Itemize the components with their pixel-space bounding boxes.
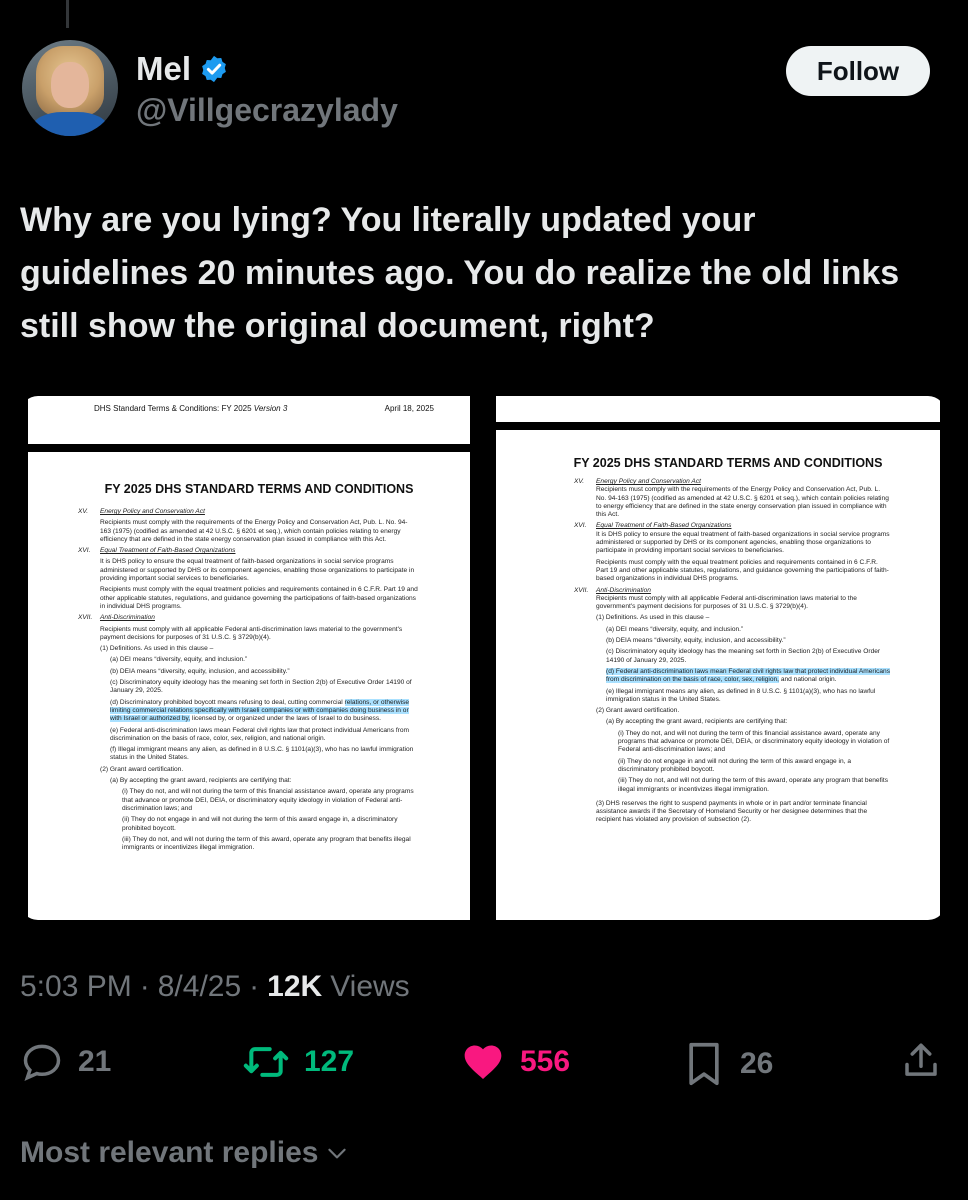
right-doc-header [496, 396, 940, 422]
left-doc-header-version: Version 3 [253, 404, 288, 413]
section-number: XVI. [574, 522, 587, 530]
definition-item-highlighted: (d) Discriminatory prohibited boycott me… [110, 698, 418, 724]
avatar-body [32, 112, 108, 136]
left-doc-header: DHS Standard Terms & Conditions: FY 2025… [28, 396, 470, 444]
definition-item: (b) DEIA means “diversity, equity, inclu… [606, 637, 786, 645]
author-handle[interactable]: @Villgecrazylady [136, 92, 398, 129]
reply-button[interactable]: 21 [20, 1040, 111, 1084]
section-title: Equal Treatment of Faith-Based Organizat… [100, 547, 236, 555]
certification-subitem: (i) They do not, and will not during the… [122, 788, 414, 812]
definition-text: licensed by, or organized under the laws… [190, 715, 381, 723]
left-doc-header-line: DHS Standard Terms & Conditions: FY 2025… [94, 404, 434, 413]
bookmark-icon [689, 1042, 719, 1086]
certification-intro: (2) Grant award certification. [596, 707, 680, 715]
repost-count: 127 [304, 1045, 355, 1078]
definitions-intro: (1) Definitions. As used in this clause … [100, 645, 214, 653]
like-count: 556 [520, 1045, 571, 1078]
reply-icon [23, 1044, 61, 1081]
author-name[interactable]: Mel [136, 50, 229, 88]
right-doc-title: FY 2025 DHS STANDARD TERMS AND CONDITION… [573, 456, 883, 470]
certification-subitem: (ii) They do not engage in and will not … [122, 816, 398, 832]
section-body: Recipients must comply with the equal tr… [100, 586, 418, 610]
certification-intro: (2) Grant award certification. [100, 765, 184, 773]
tweet-date[interactable]: 8/4/25 [158, 970, 241, 1004]
section-number: XVII. [574, 586, 589, 594]
bookmark-count: 26 [740, 1047, 774, 1080]
avatar[interactable] [22, 40, 118, 136]
certification-subitem: (iii) They do not, and will not during t… [122, 835, 411, 852]
separator-dot: · [249, 970, 260, 1003]
replies-sort-label: Most relevant replies [20, 1136, 319, 1169]
verified-badge-icon [202, 55, 226, 83]
tweet-text: Why are you lying? You literally updated… [20, 201, 900, 345]
heart-icon [464, 1045, 502, 1080]
section-title: Anti-Discrimination [100, 614, 155, 622]
right-document: FY 2025 DHS STANDARD TERMS AND CONDITION… [496, 430, 940, 920]
highlighted-text: (d) Federal anti-discrimination laws mea… [606, 667, 891, 684]
left-document: FY 2025 DHS STANDARD TERMS AND CONDITION… [28, 452, 470, 920]
replies-sort-dropdown[interactable]: Most relevant replies [20, 1136, 350, 1170]
section-number: XV. [78, 508, 89, 515]
certification-item: (a) By accepting the grant award, recipi… [606, 718, 788, 726]
avatar-face [51, 62, 89, 108]
section-body: Recipients must comply with all applicab… [100, 625, 403, 641]
section-title: Energy Policy and Conservation Act [100, 508, 205, 515]
left-doc-header-title: DHS Standard Terms & Conditions: FY 2025 [94, 404, 252, 413]
definition-item: (f) Illegal immigrant means any alien, a… [110, 746, 414, 762]
definition-item: (c) Discriminatory equity ideology has t… [110, 679, 412, 695]
like-button[interactable]: 556 [460, 1040, 570, 1084]
section-number: XVI. [78, 547, 91, 555]
thread-connector-line [66, 0, 69, 28]
tweet-media[interactable]: DHS Standard Terms & Conditions: FY 2025… [20, 396, 946, 920]
section-title: Anti-Discrimination [596, 586, 651, 594]
bookmark-button[interactable]: 26 [682, 1040, 773, 1088]
definition-item: (c) Discriminatory equity ideology has t… [606, 648, 881, 664]
left-doc-title: FY 2025 DHS STANDARD TERMS AND CONDITION… [104, 482, 414, 496]
views-label: Views [330, 970, 410, 1003]
reply-count: 21 [78, 1045, 112, 1078]
section-number: XVII. [78, 614, 93, 622]
share-button[interactable] [900, 1040, 942, 1082]
definition-item: (a) DEI means “diversity, equity, and in… [110, 656, 248, 664]
right-doc-body: XV. Energy Policy and Conservation Act Re… [574, 478, 891, 825]
section-body: It is DHS policy to ensure the equal tre… [100, 558, 415, 583]
repost-icon [243, 1047, 289, 1077]
certification-item: (a) By accepting the grant award, recipi… [110, 777, 292, 785]
repost-button[interactable]: 127 [242, 1040, 354, 1084]
section-body: Recipients must comply with the requirem… [596, 486, 889, 519]
definitions-intro: (1) Definitions. As used in this clause … [596, 614, 710, 622]
definition-text: (d) Discriminatory prohibited boycott me… [110, 698, 345, 706]
section-body: Recipients must comply with all applicab… [596, 594, 857, 611]
left-doc-header-date: April 18, 2025 [384, 404, 434, 413]
definition-item: (e) Federal anti-discrimination laws mea… [110, 726, 410, 742]
section-body: It is DHS policy to ensure the equal tre… [596, 530, 890, 555]
section-body: Recipients must comply with the requirem… [100, 519, 408, 543]
separator-dot: · [139, 970, 150, 1003]
section-number: XV. [574, 478, 585, 485]
paragraph-3: (3) DHS reserves the right to suspend pa… [596, 799, 868, 824]
section-title: Equal Treatment of Faith-Based Organizat… [596, 522, 732, 530]
certification-subitem: (i) They do not, and will not during the… [618, 729, 890, 754]
section-title: Energy Policy and Conservation Act [596, 478, 701, 485]
definition-item-highlighted: (d) Federal anti-discrimination laws mea… [606, 667, 891, 685]
follow-button[interactable]: Follow [786, 46, 930, 96]
definition-item: (e) Illegal immigrant means any alien, a… [606, 687, 876, 703]
definition-item: (b) DEIA means “diversity, equity, inclu… [110, 667, 290, 675]
definition-text: and national origin. [778, 676, 837, 684]
certification-subitem: (iii) They do not, and will not during t… [618, 777, 888, 793]
author-name-text: Mel [136, 50, 192, 87]
tweet-timestamp: 5:03 PM · 8/4/25 · 12K Views [20, 970, 410, 1004]
certification-subitem: (ii) They do not engage in and will not … [618, 757, 851, 773]
chevron-down-icon [328, 1148, 347, 1159]
tweet-time[interactable]: 5:03 PM [20, 970, 132, 1004]
share-icon [905, 1043, 937, 1076]
definition-item: (a) DEI means “diversity, equity, and in… [606, 625, 744, 633]
left-doc-body: XV. Energy Policy and Conservation Act Re… [78, 508, 418, 852]
section-body: Recipients must comply with the equal tr… [596, 558, 889, 583]
views-count: 12K [267, 970, 323, 1003]
action-bar: 21 127 556 26 [20, 1040, 940, 1090]
